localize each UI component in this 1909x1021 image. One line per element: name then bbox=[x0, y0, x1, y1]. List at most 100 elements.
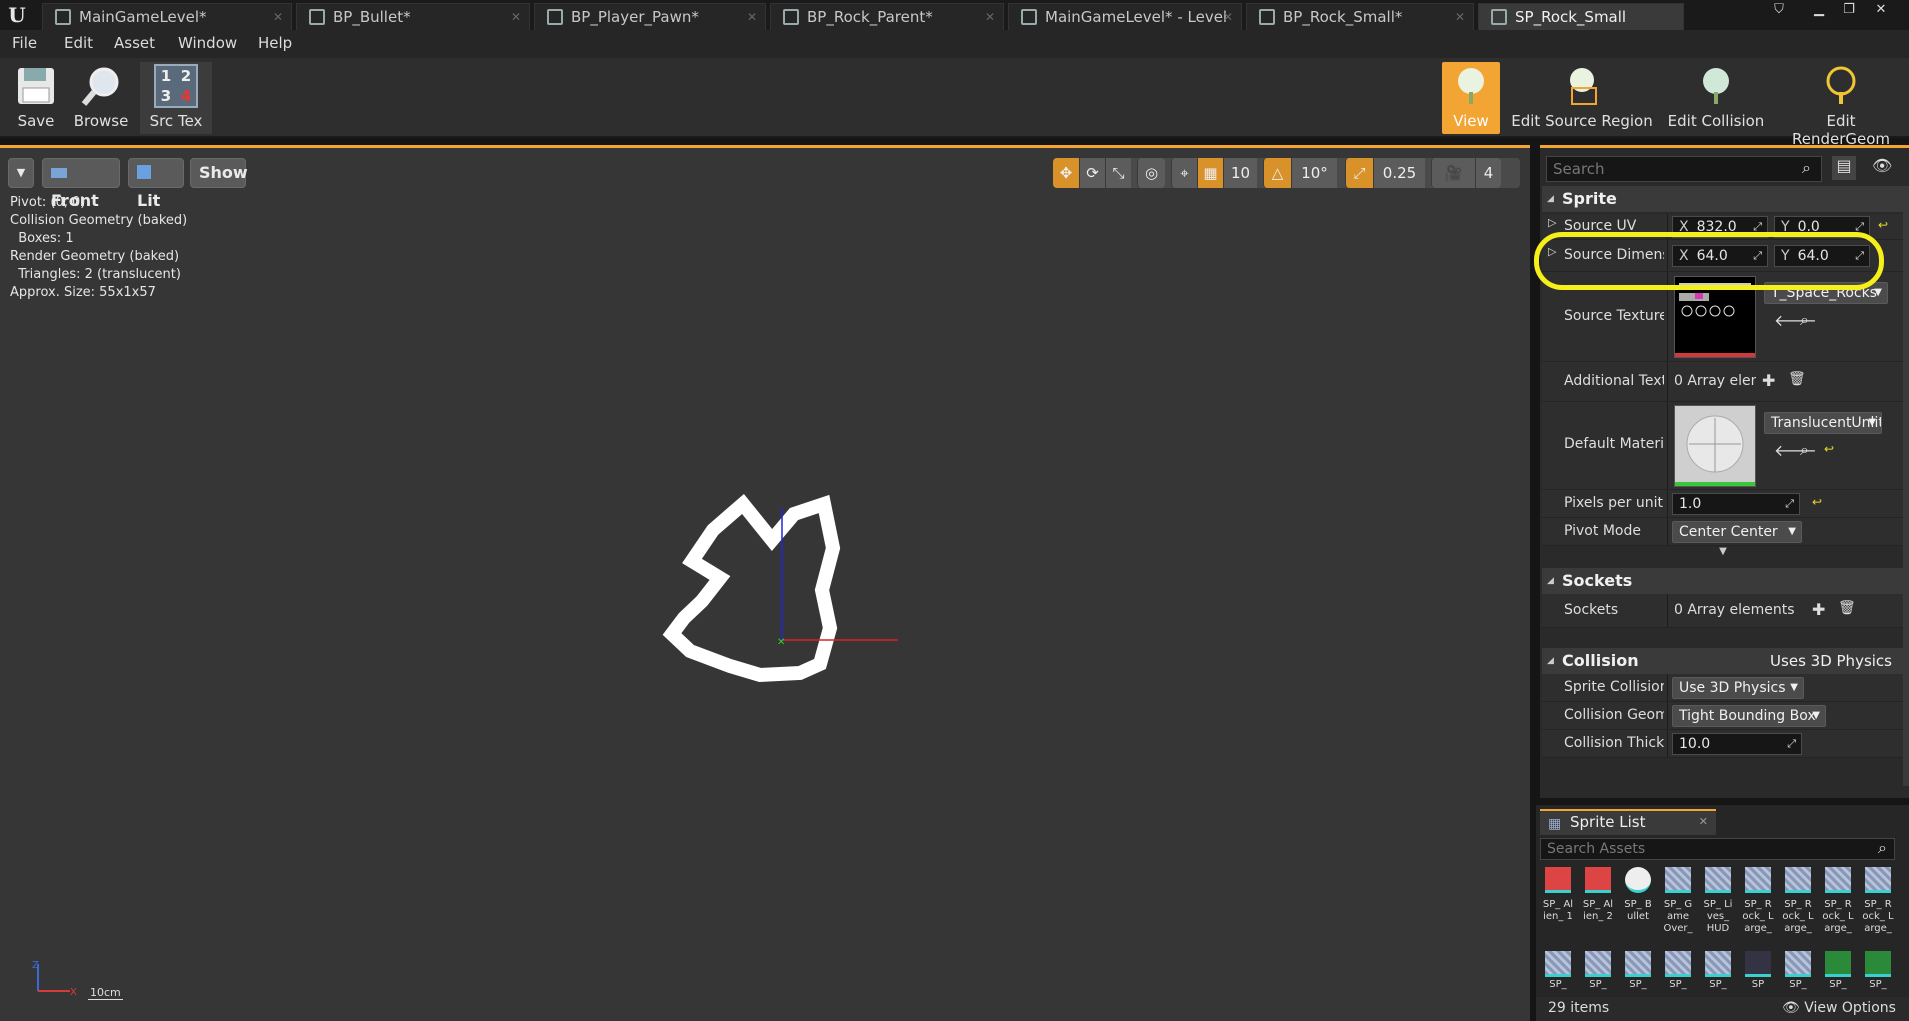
browse-button[interactable]: Browse bbox=[70, 62, 132, 134]
close-icon[interactable]: ✕ bbox=[1223, 4, 1233, 30]
asset-tile[interactable]: SP_ bbox=[1862, 951, 1894, 991]
close-icon[interactable]: ✕ bbox=[1699, 811, 1708, 833]
tab-sp-rock-small[interactable]: SP_Rock_Small bbox=[1478, 3, 1684, 30]
menu-help[interactable]: Help bbox=[258, 34, 292, 52]
scale-icon[interactable]: ⤡ bbox=[1105, 158, 1131, 188]
property-matrix-icon[interactable]: ▤ bbox=[1832, 156, 1856, 180]
edit-collision-button[interactable]: Edit Collision bbox=[1664, 62, 1768, 134]
translate-icon[interactable]: ✥ bbox=[1053, 158, 1079, 188]
category-sockets[interactable]: Sockets bbox=[1542, 568, 1904, 594]
camera-speed-icon[interactable]: 🎥 bbox=[1431, 158, 1475, 188]
tab-bp-player-pawn[interactable]: BP_Player_Pawn* ✕ bbox=[534, 3, 766, 30]
view-options-button[interactable]: 👁 View Options bbox=[1782, 1000, 1896, 1016]
save-icon bbox=[14, 64, 58, 108]
default-material-thumbnail[interactable] bbox=[1674, 405, 1756, 487]
asset-tile[interactable]: SP_ bbox=[1822, 951, 1854, 991]
asset-search-input[interactable]: Search Assets bbox=[1540, 838, 1895, 860]
add-element-icon[interactable]: ✚ bbox=[1812, 600, 1825, 619]
edit-render-geom-button[interactable]: Edit RenderGeom bbox=[1776, 62, 1906, 148]
view-mode-button[interactable]: View bbox=[1442, 62, 1500, 134]
menu-edit[interactable]: Edit bbox=[64, 34, 93, 52]
tab-bp-rock-small[interactable]: BP_Rock_Small* ✕ bbox=[1246, 3, 1474, 30]
asset-tile[interactable]: SP_ Rock_ Large_ B bbox=[1782, 867, 1814, 935]
minimize-icon[interactable]: ▁ bbox=[1808, 2, 1830, 18]
asset-tile[interactable]: SP_ Rock_ Large_ Splash bbox=[1862, 867, 1894, 935]
menu-file[interactable]: File bbox=[12, 34, 37, 52]
tab-main-game-level[interactable]: MainGameLevel* ✕ bbox=[42, 3, 292, 30]
add-element-icon[interactable]: ✚ bbox=[1762, 371, 1775, 390]
sprite-collision-combo[interactable]: Use 3D Physics ▼ bbox=[1672, 677, 1804, 699]
pin-icon[interactable]: ⛉ bbox=[1768, 2, 1790, 18]
tab-bp-bullet[interactable]: BP_Bullet* ✕ bbox=[296, 3, 530, 30]
show-button[interactable]: Show bbox=[190, 158, 248, 188]
eye-icon[interactable]: 👁 bbox=[1872, 156, 1892, 175]
asset-tile[interactable]: SP_ Rock_ Large_ C bbox=[1822, 867, 1854, 935]
blueprint-icon bbox=[547, 9, 563, 25]
reset-to-default-icon[interactable]: ↩ bbox=[1812, 495, 1822, 509]
scale-snap-value[interactable]: 0.25 bbox=[1373, 158, 1425, 188]
tab-main-game-level-level[interactable]: MainGameLevel* - Level ✕ bbox=[1008, 3, 1242, 30]
asset-tile[interactable]: SP_ Alien_ 2 bbox=[1582, 867, 1614, 923]
asset-tile[interactable]: SP_ Bullet bbox=[1622, 867, 1654, 923]
asset-tile[interactable]: SP_ Game Over_ HUD bbox=[1662, 867, 1694, 935]
camera-speed-value[interactable]: 4 bbox=[1475, 158, 1501, 188]
reset-to-default-icon[interactable]: ↩ bbox=[1878, 218, 1888, 232]
lit-mode-button[interactable]: Lit bbox=[128, 158, 184, 210]
rotation-snap-icon[interactable]: △ bbox=[1263, 158, 1291, 188]
surface-snap-icon[interactable]: ⌖ bbox=[1171, 158, 1197, 188]
details-search-input[interactable]: Search bbox=[1546, 156, 1822, 182]
save-button[interactable]: Save bbox=[6, 62, 66, 134]
browse-search-icon[interactable]: ⌕ bbox=[1800, 440, 1809, 460]
delete-all-icon[interactable]: 🗑 bbox=[1788, 371, 1806, 387]
close-window-icon[interactable]: ✕ bbox=[1870, 2, 1892, 18]
asset-tile[interactable]: SP_ Lives_ HUD bbox=[1702, 867, 1734, 935]
scale-snap-icon[interactable]: ⤢ bbox=[1345, 158, 1373, 188]
grid-snap-icon[interactable]: ▦ bbox=[1197, 158, 1223, 188]
edit-source-region-button[interactable]: Edit Source Region bbox=[1508, 62, 1656, 134]
asset-tile[interactable]: SP_ bbox=[1622, 951, 1654, 991]
default-material-combo[interactable]: TranslucentUnlit ▼ bbox=[1764, 412, 1882, 434]
close-icon[interactable]: ✕ bbox=[273, 4, 283, 30]
asset-tile[interactable]: SP_ bbox=[1702, 951, 1734, 991]
reset-to-default-icon[interactable]: ↩ bbox=[1824, 442, 1834, 456]
collision-thickness-field[interactable]: 10.0 ⤢ bbox=[1672, 733, 1802, 755]
sprite-viewport[interactable]: ▼ Front Lit Show ✥ ⟳ ⤡ ◎ ⌖ ▦ 10 △ 10° ⤢ … bbox=[0, 145, 1530, 1021]
tab-bp-rock-parent[interactable]: BP_Rock_Parent* ✕ bbox=[770, 3, 1004, 30]
unreal-logo-icon[interactable]: U bbox=[4, 2, 30, 28]
close-icon[interactable]: ✕ bbox=[985, 4, 995, 30]
use-selected-arrow-icon[interactable]: 🡐 bbox=[1774, 310, 1817, 330]
asset-tile[interactable]: SP_ Alien_ 1 bbox=[1542, 867, 1574, 923]
close-icon[interactable]: ✕ bbox=[1455, 4, 1465, 30]
source-texture-button[interactable]: 1234 Src Tex bbox=[140, 62, 212, 134]
grid-snap-value[interactable]: 10 bbox=[1223, 158, 1257, 188]
expand-arrow-icon[interactable]: ▷ bbox=[1548, 216, 1556, 229]
category-sprite[interactable]: Sprite bbox=[1542, 186, 1904, 212]
close-icon[interactable]: ✕ bbox=[747, 4, 757, 30]
maximize-icon[interactable]: ❐ bbox=[1838, 2, 1860, 18]
pivot-mode-combo[interactable]: Center Center ▼ bbox=[1672, 521, 1802, 543]
use-selected-arrow-icon[interactable]: 🡐 bbox=[1774, 440, 1817, 460]
close-icon[interactable]: ✕ bbox=[511, 4, 521, 30]
browse-search-icon[interactable]: ⌕ bbox=[1800, 310, 1809, 330]
world-local-icon[interactable]: ◎ bbox=[1137, 158, 1165, 188]
menu-asset[interactable]: Asset bbox=[114, 34, 155, 52]
asset-tile[interactable]: SP_ bbox=[1782, 951, 1814, 991]
details-scrollbar[interactable] bbox=[1903, 186, 1909, 786]
viewport-options-button[interactable]: ▼ bbox=[8, 158, 34, 188]
tab-sprite-list[interactable]: ▦ Sprite List ✕ bbox=[1540, 809, 1716, 835]
view-type-button[interactable]: Front bbox=[42, 158, 120, 210]
menu-window[interactable]: Window bbox=[178, 34, 237, 52]
pixels-per-unit-field[interactable]: 1.0 ⤢ bbox=[1672, 493, 1800, 515]
delete-all-icon[interactable]: 🗑 bbox=[1838, 600, 1856, 616]
rotation-snap-value[interactable]: 10° bbox=[1291, 158, 1337, 188]
asset-tile[interactable]: SP_ Rock_ Large_ A bbox=[1742, 867, 1774, 935]
asset-tile[interactable]: SP_ bbox=[1542, 951, 1574, 991]
asset-tile[interactable]: SP bbox=[1742, 951, 1774, 991]
advanced-expand-icon[interactable]: ▼ bbox=[1542, 546, 1904, 562]
rock-sprite-preview[interactable]: ✕ bbox=[640, 468, 920, 708]
asset-tile[interactable]: SP_ bbox=[1662, 951, 1694, 991]
asset-tile[interactable]: SP_ bbox=[1582, 951, 1614, 991]
rotate-icon[interactable]: ⟳ bbox=[1079, 158, 1105, 188]
collision-geometry-combo[interactable]: Tight Bounding Box ▼ bbox=[1672, 705, 1826, 727]
category-collision[interactable]: CollisionUses 3D Physics bbox=[1542, 648, 1904, 674]
